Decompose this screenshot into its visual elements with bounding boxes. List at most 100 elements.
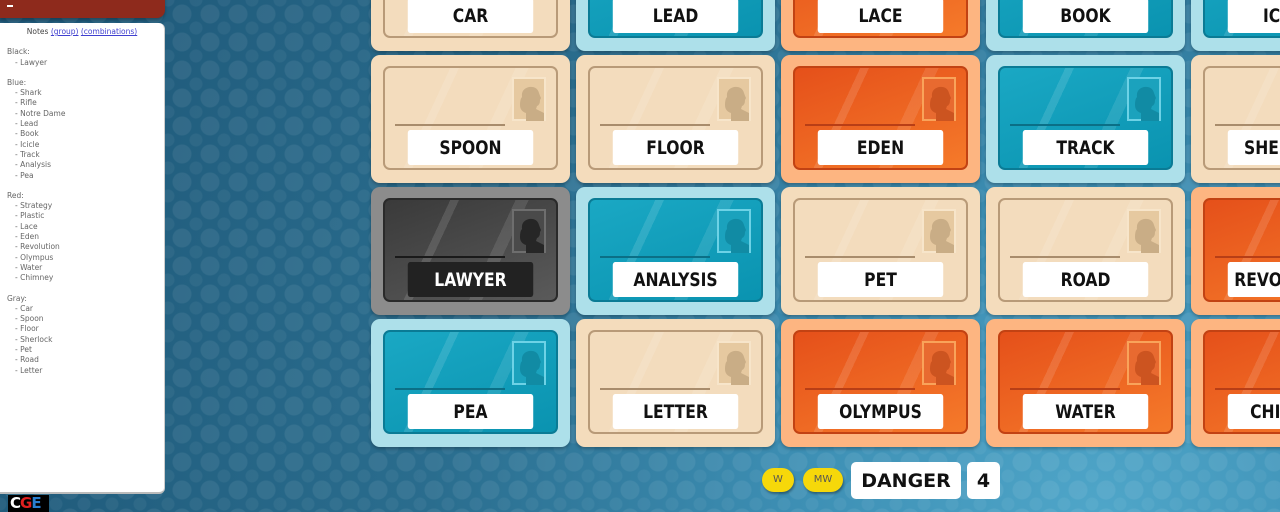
top-menu-bar[interactable] <box>0 0 165 18</box>
card-signature-line <box>1215 256 1280 258</box>
notes-item: - Notre Dame <box>15 108 66 118</box>
notes-group: Red: - Strategy - Plastic - Lace - Eden - Rev… <box>7 191 164 284</box>
card-word: SPOON <box>407 130 534 165</box>
agent-silhouette-icon <box>922 77 956 121</box>
card-word: SHERLOCK <box>1227 130 1280 165</box>
logo-c: C <box>10 494 21 512</box>
word-card-red[interactable]: OLYMPUS <box>781 319 980 447</box>
w-button[interactable]: W <box>762 468 794 492</box>
notes-group-title: Black: <box>7 47 30 57</box>
notes-item: - Water <box>15 262 43 272</box>
card-face: TRACK <box>998 66 1173 170</box>
word-card-blue[interactable]: LEAD <box>576 0 775 51</box>
agent-silhouette-icon <box>512 341 546 385</box>
word-card-blue[interactable]: ANALYSIS <box>576 187 775 315</box>
card-signature-line <box>395 124 505 126</box>
agent-silhouette-icon <box>1127 341 1161 385</box>
card-face: BOOK <box>998 0 1173 38</box>
notes-group: Black: - Lawyer <box>7 47 164 68</box>
card-word: BOOK <box>1022 0 1149 33</box>
card-face: LAWYER <box>383 198 558 302</box>
card-face: ANALYSIS <box>588 198 763 302</box>
notes-item: - Olympus <box>15 252 54 262</box>
card-word: WATER <box>1022 394 1149 429</box>
notes-group-title: Blue: <box>7 77 27 87</box>
agent-silhouette-icon <box>512 209 546 253</box>
clue-word: DANGER <box>851 462 961 499</box>
mw-button[interactable]: MW <box>803 468 843 492</box>
notes-item: - Shark <box>15 88 42 98</box>
card-signature-line <box>600 388 710 390</box>
card-word: ICICLE <box>1227 0 1280 33</box>
minimize-icon[interactable] <box>7 5 13 7</box>
card-signature-line <box>1010 256 1120 258</box>
card-face: OLYMPUS <box>793 330 968 434</box>
notes-group: Blue: - Shark - Rifle - Notre Dame - Lead - B… <box>7 78 164 181</box>
notes-item: - Pet <box>15 345 32 355</box>
word-card-gray[interactable]: LETTER <box>576 319 775 447</box>
clue-count: 4 <box>967 462 1000 499</box>
card-face: LACE <box>793 0 968 38</box>
combinations-link[interactable]: (combinations) <box>81 27 137 36</box>
card-signature-line <box>1010 388 1120 390</box>
notes-item: - Analysis <box>15 160 51 170</box>
agent-silhouette-icon <box>717 77 751 121</box>
word-card-gray[interactable]: ROAD <box>986 187 1185 315</box>
card-face: LEAD <box>588 0 763 38</box>
notes-item: - Lace <box>15 221 38 231</box>
card-word: LETTER <box>612 394 739 429</box>
word-card-gray[interactable]: CAR <box>371 0 570 51</box>
word-card-red[interactable]: LACE <box>781 0 980 51</box>
word-card-red[interactable]: CHIMNEY <box>1191 319 1280 447</box>
notes-header: Notes (group) (combinations) <box>0 23 164 37</box>
cge-logo[interactable]: CGE <box>8 495 49 512</box>
notes-title: Notes <box>26 27 49 36</box>
card-word: PET <box>817 262 944 297</box>
card-word: CHIMNEY <box>1227 394 1280 429</box>
word-card-gray[interactable]: PET <box>781 187 980 315</box>
card-signature-line <box>805 388 915 390</box>
card-word: ROAD <box>1022 262 1149 297</box>
card-face: WATER <box>998 330 1173 434</box>
agent-silhouette-icon <box>922 341 956 385</box>
notes-item: - Sherlock <box>15 334 53 344</box>
notes-item: - Car <box>15 303 34 313</box>
notes-item: - Spoon <box>15 314 44 324</box>
word-card-gray[interactable]: SPOON <box>371 55 570 183</box>
card-face: REVOLUTION <box>1203 198 1280 302</box>
card-word: LACE <box>817 0 944 33</box>
word-card-gray[interactable]: SHERLOCK <box>1191 55 1280 183</box>
card-word: TRACK <box>1022 130 1149 165</box>
notes-item: - Rifle <box>15 98 37 108</box>
agent-silhouette-icon <box>717 209 751 253</box>
word-card-blue[interactable]: ICICLE <box>1191 0 1280 51</box>
card-word: ANALYSIS <box>612 262 739 297</box>
notes-item: - Book <box>15 129 39 139</box>
word-card-red[interactable]: WATER <box>986 319 1185 447</box>
card-face: EDEN <box>793 66 968 170</box>
group-link[interactable]: (group) <box>51 27 79 36</box>
word-card-blue[interactable]: BOOK <box>986 0 1185 51</box>
agent-silhouette-icon <box>1127 77 1161 121</box>
card-face: SHERLOCK <box>1203 66 1280 170</box>
card-word: FLOOR <box>612 130 739 165</box>
notes-item: - Eden <box>15 232 39 242</box>
notes-item: - Chimney <box>15 273 54 283</box>
card-face: ICICLE <box>1203 0 1280 38</box>
word-card-blue[interactable]: PEA <box>371 319 570 447</box>
card-signature-line <box>805 124 915 126</box>
word-card-black[interactable]: LAWYER <box>371 187 570 315</box>
notes-item: - Lead <box>15 119 39 129</box>
card-signature-line <box>805 256 915 258</box>
card-word: EDEN <box>817 130 944 165</box>
card-face: LETTER <box>588 330 763 434</box>
word-card-red[interactable]: EDEN <box>781 55 980 183</box>
notes-group-title: Gray: <box>7 293 27 303</box>
card-face: SPOON <box>383 66 558 170</box>
word-card-blue[interactable]: TRACK <box>986 55 1185 183</box>
notes-item: - Strategy <box>15 201 53 211</box>
word-card-gray[interactable]: FLOOR <box>576 55 775 183</box>
card-word: PEA <box>407 394 534 429</box>
notes-item: - Plastic <box>15 211 45 221</box>
word-card-red[interactable]: REVOLUTION <box>1191 187 1280 315</box>
